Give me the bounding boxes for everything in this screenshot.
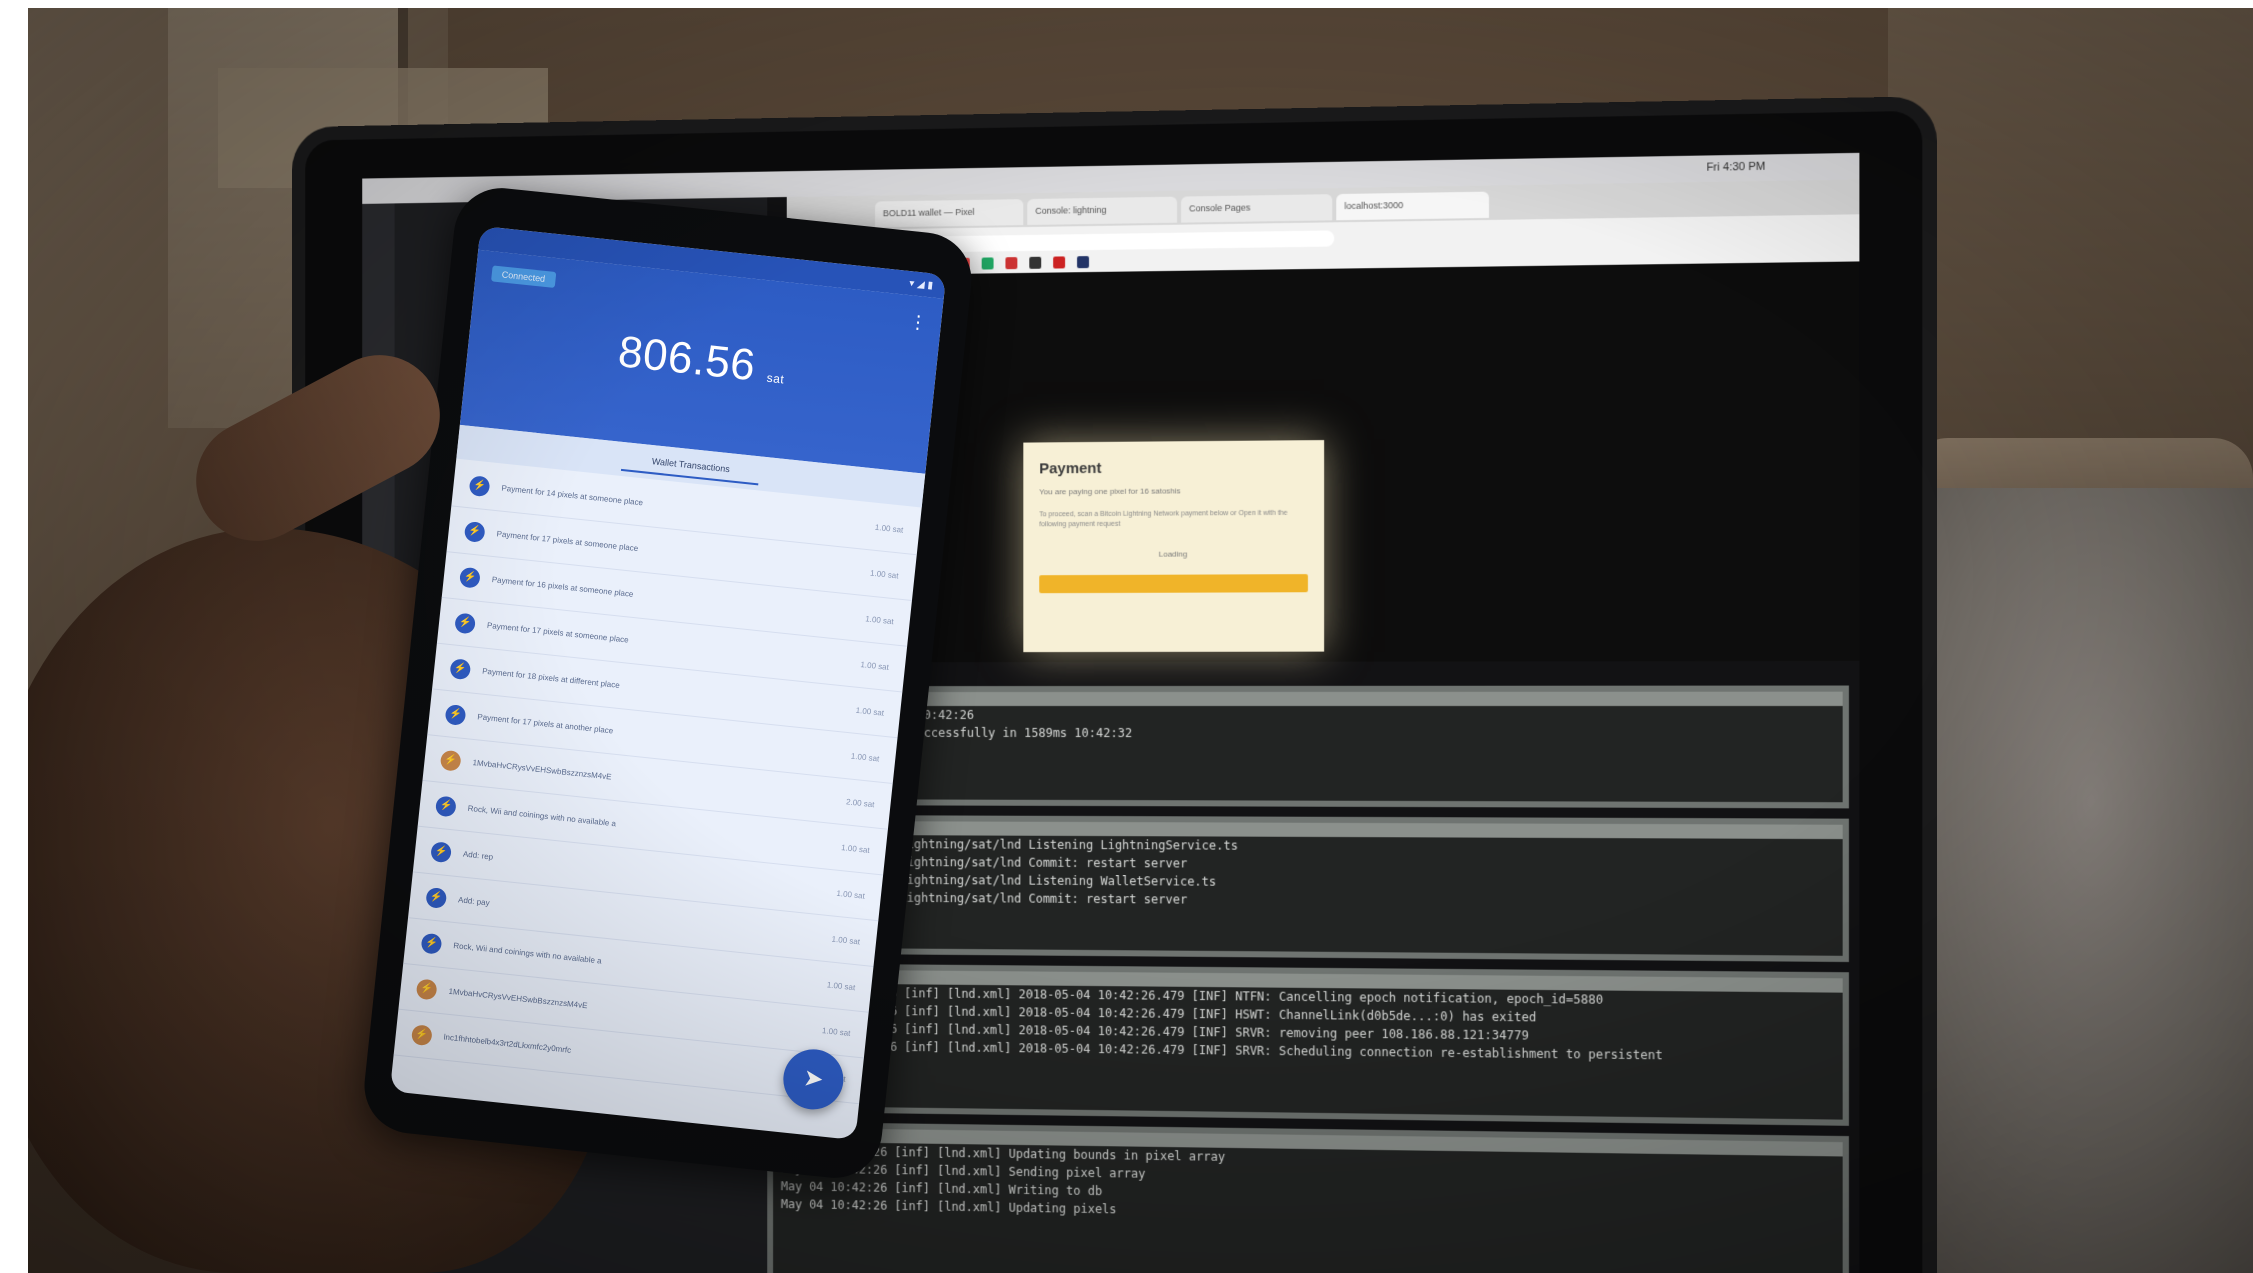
- terminal-pixels: May 04 10:42:26 [inf] [lnd.xml] Updating…: [767, 1122, 1849, 1273]
- wallet-balance: 806.56 sat: [467, 311, 938, 410]
- transaction-amount: 2.00 sat: [822, 795, 875, 809]
- balance-value: 806.56: [616, 327, 758, 390]
- transaction-amount: 1.00 sat: [817, 841, 870, 855]
- connection-chip[interactable]: Connected: [491, 265, 556, 288]
- browser-tab[interactable]: Console Pages: [1181, 194, 1332, 223]
- transaction-amount: 1.00 sat: [798, 1024, 851, 1038]
- browser-tab[interactable]: Console: lightning: [1027, 197, 1177, 225]
- browser-tab[interactable]: BOLD11 wallet — Pixel: [875, 199, 1023, 227]
- lightning-icon: ⚡: [425, 886, 447, 908]
- terminal-lnd-log: May 04 10:42:26 [inf] [lnd.xml] 2018-05-…: [777, 963, 1849, 1125]
- dialog-title: Payment: [1039, 458, 1308, 477]
- menu-icon[interactable]: ⋮: [908, 311, 928, 334]
- pay-button[interactable]: [1039, 574, 1308, 593]
- browser-tab-active[interactable]: localhost:3000: [1336, 192, 1489, 221]
- lightning-icon: ⚡: [411, 1024, 433, 1046]
- bookmark-icon[interactable]: [1005, 257, 1017, 269]
- lightning-icon: ⚡: [416, 978, 438, 1000]
- lightning-icon: ⚡: [449, 658, 471, 680]
- lightning-icon: ⚡: [459, 566, 481, 588]
- terminal-line: DONE Compiled successfully in 1589ms 10:…: [802, 724, 1842, 743]
- transaction-amount: 1.00 sat: [841, 612, 894, 626]
- menubar-clock: Fri 4:30 PM: [1706, 161, 1765, 174]
- transaction-amount: 1.00 sat: [827, 749, 880, 763]
- terminal-services: lnd-start-1 | lightning/sat/lnd Listenin…: [787, 815, 1849, 962]
- dialog-subtitle: You are paying one pixel for 16 satoshis: [1039, 486, 1308, 497]
- dialog-description: To proceed, scan a Bitcoin Lightning Net…: [1039, 509, 1308, 531]
- phone: ▾ ◢ ▮ Connected ⋮ 806.56 sat Wallet Tran…: [360, 183, 976, 1182]
- lightning-icon: ⚡: [445, 703, 467, 725]
- payment-dialog: Payment You are paying one pixel for 16 …: [1023, 440, 1324, 652]
- lightning-icon: ⚡: [454, 612, 476, 634]
- transaction-amount: 1.00 sat: [837, 658, 890, 672]
- bookmark-icon[interactable]: [1077, 256, 1089, 268]
- transaction-amount: 1.00 sat: [851, 520, 904, 534]
- lightning-icon: ⚡: [421, 932, 443, 954]
- lightning-icon: ⚡: [435, 795, 457, 817]
- transaction-amount: 1.00 sat: [808, 932, 861, 946]
- lightning-icon: ⚡: [464, 520, 486, 542]
- phone-screen: ▾ ◢ ▮ Connected ⋮ 806.56 sat Wallet Tran…: [390, 226, 946, 1140]
- bookmark-icon[interactable]: [1053, 256, 1065, 268]
- bookmark-icon[interactable]: [982, 257, 994, 269]
- transaction-list: ⚡ Payment for 14 pixels at someone place 1…: [394, 461, 922, 1105]
- transaction-amount: 1.00 sat: [803, 978, 856, 992]
- transaction-amount: 1.00 sat: [832, 703, 885, 717]
- photo: Fri 4:30 PM BOLD11 wallet — Pixel Consol…: [28, 8, 2253, 1273]
- terminal-title-bar: [802, 692, 1842, 706]
- transaction-amount: 1.00 sat: [846, 566, 899, 580]
- terminal-line: WAIT Compiling 10:42:26: [802, 706, 1842, 724]
- loading-text: Loading: [1039, 549, 1308, 559]
- lightning-icon: ⚡: [430, 841, 452, 863]
- terminal-compile: WAIT Compiling 10:42:26 DONE Compiled su…: [797, 686, 1849, 809]
- send-icon: ➤: [802, 1064, 825, 1093]
- balance-unit: sat: [766, 371, 785, 387]
- bookmark-icon[interactable]: [1029, 257, 1041, 269]
- lightning-icon: ⚡: [440, 749, 462, 771]
- transaction-amount: 1.00 sat: [813, 886, 866, 900]
- lightning-icon: ⚡: [469, 475, 491, 497]
